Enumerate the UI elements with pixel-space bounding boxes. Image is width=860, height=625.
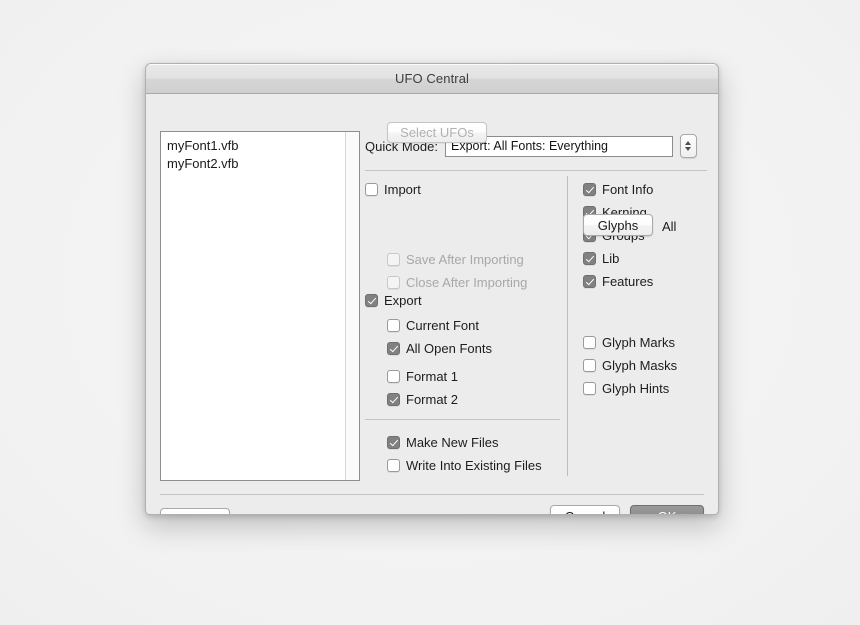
checkbox-box[interactable] bbox=[387, 276, 400, 289]
checkbox-box[interactable] bbox=[387, 370, 400, 383]
checkbox-box[interactable] bbox=[387, 436, 400, 449]
checkbox-label: Format 2 bbox=[406, 392, 459, 407]
column-divider bbox=[567, 176, 568, 476]
window-titlebar[interactable]: UFO Central bbox=[146, 64, 718, 94]
ok-button[interactable]: OK bbox=[630, 505, 704, 514]
checkbox-format-2[interactable]: Format 2 bbox=[387, 392, 458, 407]
checkbox-export[interactable]: Export bbox=[365, 293, 422, 308]
checkbox-font-info[interactable]: Font Info bbox=[583, 182, 653, 197]
glyphs-button[interactable]: Glyphs bbox=[583, 214, 653, 236]
checkbox-label: Lib bbox=[602, 251, 620, 266]
checkbox-write-into-existing-files[interactable]: Write Into Existing Files bbox=[387, 458, 542, 473]
quick-mode-stepper[interactable] bbox=[679, 134, 697, 158]
checkbox-label: Glyph Masks bbox=[602, 358, 678, 373]
window-title: UFO Central bbox=[394, 71, 470, 86]
checkbox-glyph-masks[interactable]: Glyph Masks bbox=[583, 358, 677, 373]
checkbox-box[interactable] bbox=[387, 319, 400, 332]
checkbox-label: Save After Importing bbox=[406, 252, 524, 267]
file-list-scrollbar[interactable] bbox=[345, 132, 359, 480]
font-file-list-items: myFont1.vfb myFont2.vfb bbox=[161, 132, 359, 173]
ufo-central-dialog: UFO Central myFont1.vfb myFont2.vfb Quic… bbox=[145, 63, 719, 515]
checkbox-format-1[interactable]: Format 1 bbox=[387, 369, 458, 384]
checkbox-label: Glyph Hints bbox=[602, 381, 670, 396]
list-item[interactable]: myFont1.vfb bbox=[167, 137, 359, 155]
checkbox-label: Format 1 bbox=[406, 369, 459, 384]
checkbox-box[interactable] bbox=[583, 336, 596, 349]
dialog-body: myFont1.vfb myFont2.vfb Quick Mode: Expo… bbox=[146, 94, 718, 514]
top-separator bbox=[365, 170, 707, 171]
mid-separator bbox=[365, 419, 560, 420]
help-button-label: Help bbox=[182, 512, 209, 515]
checkbox-current-font[interactable]: Current Font bbox=[387, 318, 479, 333]
options-pane: Quick Mode: Export: All Fonts: Everythin… bbox=[365, 94, 718, 514]
checkbox-box[interactable] bbox=[365, 294, 378, 307]
checkbox-label: Make New Files bbox=[406, 435, 499, 450]
checkbox-label: All Open Fonts bbox=[406, 341, 492, 356]
checkbox-glyph-hints[interactable]: Glyph Hints bbox=[583, 381, 669, 396]
checkbox-label: Features bbox=[602, 274, 654, 289]
cancel-button[interactable]: Cancel bbox=[550, 505, 620, 514]
checkbox-label: Font Info bbox=[602, 182, 654, 197]
desktop-background: UFO Central myFont1.vfb myFont2.vfb Quic… bbox=[0, 0, 860, 625]
checkbox-box[interactable] bbox=[583, 275, 596, 288]
select-ufos-label: Select UFOs bbox=[400, 125, 474, 140]
font-file-list[interactable]: myFont1.vfb myFont2.vfb bbox=[160, 131, 360, 481]
checkbox-label: Import bbox=[384, 182, 421, 197]
checkbox-box[interactable] bbox=[387, 253, 400, 266]
footer-separator bbox=[160, 494, 704, 495]
checkbox-label: Export bbox=[384, 293, 422, 308]
checkbox-box[interactable] bbox=[583, 359, 596, 372]
checkbox-box[interactable] bbox=[387, 342, 400, 355]
chevron-up-icon[interactable] bbox=[685, 141, 692, 145]
checkbox-glyph-marks[interactable]: Glyph Marks bbox=[583, 335, 675, 350]
glyphs-scope-label: All bbox=[662, 219, 677, 234]
help-button[interactable]: Help bbox=[160, 508, 230, 515]
checkbox-label: Glyph Marks bbox=[602, 335, 675, 350]
checkbox-box[interactable] bbox=[583, 183, 596, 196]
cancel-button-label: Cancel bbox=[565, 509, 605, 514]
chevron-down-icon[interactable] bbox=[685, 147, 692, 151]
checkbox-close-after-importing[interactable]: Close After Importing bbox=[387, 275, 527, 290]
ok-button-label: OK bbox=[658, 509, 677, 514]
checkbox-box[interactable] bbox=[583, 382, 596, 395]
checkbox-save-after-importing[interactable]: Save After Importing bbox=[387, 252, 524, 267]
checkbox-import[interactable]: Import bbox=[365, 182, 421, 197]
checkbox-box[interactable] bbox=[583, 252, 596, 265]
glyphs-button-label: Glyphs bbox=[597, 217, 639, 233]
checkbox-box[interactable] bbox=[387, 393, 400, 406]
checkbox-box[interactable] bbox=[387, 459, 400, 472]
checkbox-label: Write Into Existing Files bbox=[406, 458, 542, 473]
checkbox-all-open-fonts[interactable]: All Open Fonts bbox=[387, 341, 492, 356]
checkbox-box[interactable] bbox=[365, 183, 378, 196]
checkbox-label: Current Font bbox=[406, 318, 479, 333]
checkbox-make-new-files[interactable]: Make New Files bbox=[387, 435, 498, 450]
checkbox-label: Close After Importing bbox=[406, 275, 528, 290]
checkbox-features[interactable]: Features bbox=[583, 274, 653, 289]
select-ufos-button[interactable]: Select UFOs bbox=[387, 122, 487, 143]
list-item[interactable]: myFont2.vfb bbox=[167, 155, 359, 173]
checkbox-lib[interactable]: Lib bbox=[583, 251, 619, 266]
